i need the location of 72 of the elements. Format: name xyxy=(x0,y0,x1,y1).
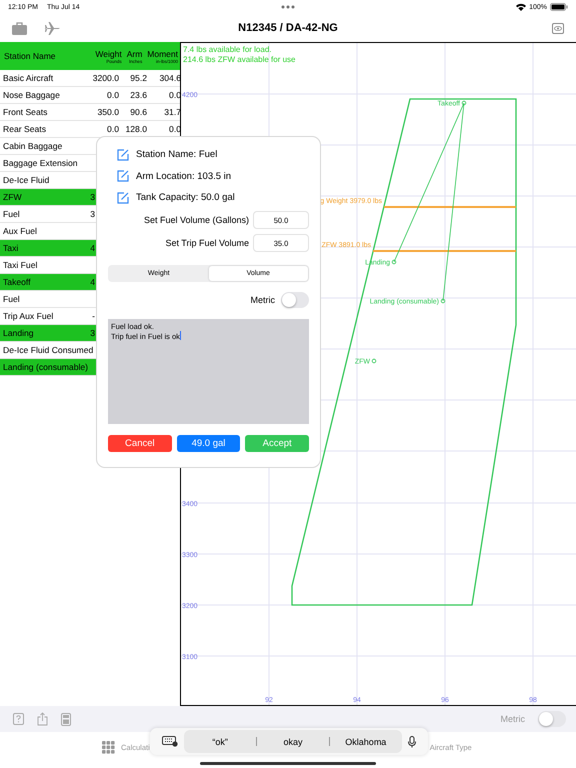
table-cell: 3 xyxy=(90,328,95,338)
table-cell-text: 90.6 xyxy=(129,107,147,117)
load-message: 214.6 lbs ZFW available for use xyxy=(183,55,296,64)
table-cell-text: 95.2 xyxy=(129,73,147,83)
table-cell: 4 xyxy=(90,243,95,253)
station-name: Fuel xyxy=(3,209,20,219)
station-row[interactable]: Front Seats 350.0 90.6 31.7 xyxy=(0,104,180,121)
station-name: Nose Baggage xyxy=(3,90,61,100)
station-name: Rear Seats xyxy=(3,124,47,134)
table-cell-text: 23.6 xyxy=(129,90,147,100)
column-header: Station Name xyxy=(4,51,56,61)
table-cell-text: 350.0 xyxy=(96,107,119,117)
station-name: Landing (consumable) xyxy=(3,362,88,372)
station-name: Takeoff xyxy=(3,277,31,287)
multitask-dots-icon xyxy=(281,5,295,9)
cg-point xyxy=(392,260,396,264)
battery-icon xyxy=(550,3,568,11)
station-name: Landing xyxy=(3,328,34,338)
metric-toggle[interactable] xyxy=(538,711,566,727)
airplane-icon[interactable] xyxy=(45,22,60,34)
station-name: Taxi Fuel xyxy=(3,260,38,270)
table-cell-text: 3200.0 xyxy=(92,73,119,83)
suggestion[interactable]: “ok” xyxy=(184,736,256,746)
keyboard-icon[interactable] xyxy=(162,736,178,747)
station-row[interactable]: Basic Aircraft 3200.0 95.2 304.6 xyxy=(0,70,180,87)
table-cell-text: 0.0 xyxy=(106,124,119,134)
station-name: De-Ice Fluid Consumed xyxy=(3,345,94,355)
table-cell-text: 304.6 xyxy=(158,73,181,83)
info-button[interactable]: 49.0 gal xyxy=(176,434,240,452)
text-cursor xyxy=(180,331,181,340)
table-cell: 4 xyxy=(90,277,95,287)
edit-icon[interactable] xyxy=(117,192,129,204)
cg-point xyxy=(462,100,466,106)
suggestion[interactable]: okay xyxy=(256,736,330,746)
station-name: Trip Aux Fuel xyxy=(3,311,54,321)
metric-label: Metric xyxy=(500,714,525,724)
station-name: Baggage Extension xyxy=(3,158,78,168)
table-cell: 3 xyxy=(90,192,95,202)
station-name: Basic Aircraft xyxy=(3,73,54,83)
station-name: Front Seats xyxy=(3,107,48,117)
help-icon[interactable] xyxy=(13,713,24,725)
metric-label: Metric xyxy=(250,294,275,304)
cg-point xyxy=(440,298,446,304)
column-header: Moment xyxy=(147,48,178,58)
edit-icon[interactable] xyxy=(117,170,129,182)
station-name: ZFW xyxy=(3,192,22,202)
share-icon[interactable] xyxy=(37,712,48,726)
table-cell-text: 128.0 xyxy=(124,124,147,134)
table-cell: 3 xyxy=(90,209,95,219)
window-title: N12345 / DA-42-NG xyxy=(238,22,338,34)
grid-icon[interactable] xyxy=(102,740,115,754)
calculator-icon[interactable] xyxy=(61,712,71,726)
station-name: Taxi xyxy=(3,243,18,253)
table-cell-text: 0.0 xyxy=(106,90,119,100)
station-name: De-Ice Fluid xyxy=(3,175,50,185)
microphone-icon[interactable] xyxy=(408,736,416,748)
column-header: Weight xyxy=(95,48,122,58)
wifi-icon xyxy=(516,3,526,11)
eye-icon[interactable] xyxy=(552,22,564,34)
cg-point xyxy=(372,358,376,364)
suggestion[interactable]: Oklahoma xyxy=(330,736,402,746)
metric-toggle[interactable] xyxy=(281,292,309,308)
load-message: 7.4 lbs available for load. xyxy=(183,45,272,54)
station-name: Aux Fuel xyxy=(3,226,37,236)
station-name: Cabin Baggage xyxy=(3,141,62,151)
column-header: Arm xyxy=(126,48,142,58)
table-cell: - xyxy=(92,311,95,321)
briefcase-icon[interactable] xyxy=(12,22,27,34)
station-name: Fuel xyxy=(3,294,20,304)
cancel-button[interactable]: Cancel xyxy=(108,434,172,452)
table-cell-text: 31.7 xyxy=(163,107,181,117)
edit-icon[interactable] xyxy=(117,148,129,161)
